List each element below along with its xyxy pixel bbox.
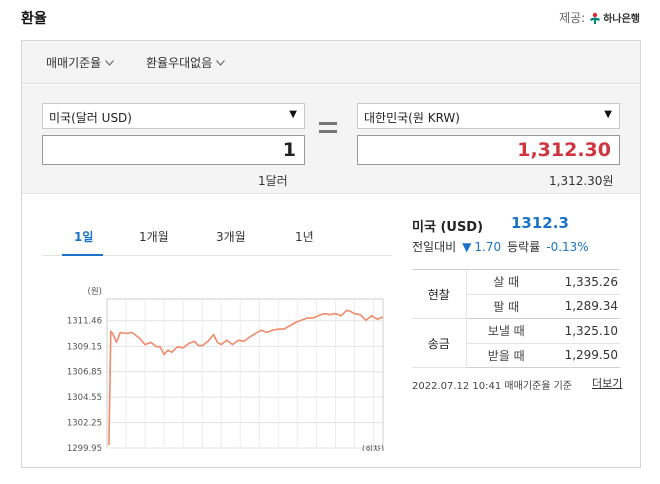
down-triangle-icon: ▼: [462, 239, 472, 254]
send-value: 1,325.10: [546, 318, 620, 344]
rate-table: 현찰 살 때 1,335.26 팔 때 1,289.34 송금 보낼 때 1,3…: [412, 269, 620, 368]
quote-price: 1312.3: [511, 214, 569, 232]
hana-bank-logo: 하나은행: [589, 10, 640, 25]
to-currency-select[interactable]: 대한민국(원 KRW) ▼: [357, 103, 620, 129]
to-amount-input[interactable]: 1,312.30: [357, 135, 620, 165]
hana-logo-icon: [590, 12, 601, 24]
change-label: 전일대비: [412, 240, 457, 254]
active-tab-indicator: [62, 254, 103, 256]
to-currency-label: 대한민국(원 KRW): [364, 111, 460, 125]
filter-bar: 매매기준율 환율우대없음: [22, 41, 640, 84]
tab-1-month[interactable]: 1개월: [139, 228, 169, 245]
from-unit-text: 1달러: [258, 174, 288, 188]
buy-label: 살 때: [466, 269, 546, 295]
remit-group-label: 송금: [412, 318, 467, 368]
preference-label: 환율우대없음: [146, 56, 213, 70]
send-label: 보낼 때: [466, 318, 546, 344]
more-link[interactable]: 더보기: [592, 375, 622, 391]
caret-down-icon: ▼: [604, 109, 612, 120]
provider-name: 하나은행: [603, 14, 640, 25]
cash-group-label: 현찰: [412, 269, 467, 319]
y-tick-label: 1306.85: [67, 368, 102, 378]
to-unit-text: 1,312.30원: [549, 174, 614, 188]
receive-value: 1,299.50: [546, 343, 620, 368]
quote-change-row: 전일대비 ▼ 1.70 등락률 -0.13%: [412, 238, 589, 255]
page-title: 환율: [21, 11, 47, 27]
tab-1-day[interactable]: 1일: [74, 228, 93, 245]
caret-down-icon: ▼: [289, 109, 297, 120]
preference-dropdown[interactable]: 환율우대없음: [146, 54, 226, 71]
table-row: 현찰 살 때 1,335.26: [412, 269, 620, 319]
exchange-rate-widget: 매매기준율 환율우대없음 미국(달러 USD) ▼ 1 1달러 대한민국(원 K…: [21, 40, 641, 468]
rate-type-label: 매매기준율: [46, 56, 102, 70]
sell-value: 1,289.34: [546, 294, 620, 319]
buy-value: 1,335.26: [546, 269, 620, 295]
y-tick-label: 1299.95: [67, 444, 102, 451]
tab-3-months[interactable]: 3개월: [216, 228, 246, 245]
receive-label: 받을 때: [466, 343, 546, 368]
y-tick-label: 1304.55: [67, 393, 102, 403]
y-tick-label: 1302.25: [67, 419, 102, 429]
from-currency-select[interactable]: 미국(달러 USD) ▼: [42, 103, 305, 129]
change-value: 1.70: [474, 239, 502, 254]
equals-icon: [319, 122, 337, 138]
rate-value: -0.13%: [546, 239, 589, 254]
rate-type-dropdown[interactable]: 매매기준율: [46, 54, 115, 71]
chevron-down-icon: [216, 59, 226, 66]
tab-1-year[interactable]: 1년: [295, 228, 314, 245]
currency-converter: 미국(달러 USD) ▼ 1 1달러 대한민국(원 KRW) ▼ 1,312.3…: [22, 85, 640, 194]
y-tick-label: 1311.46: [67, 317, 102, 327]
timestamp-note: 2022.07.12 10:41 매매기준율 기준: [412, 381, 573, 392]
quote-currency-name: 미국 (USD): [412, 220, 484, 235]
table-row: 송금 보낼 때 1,325.10: [412, 318, 620, 368]
provider-credit: 제공: 하나은행: [559, 9, 640, 26]
from-amount-input[interactable]: 1: [42, 135, 305, 165]
plot-area: [106, 298, 384, 449]
sell-label: 팔 때: [466, 294, 546, 319]
x-axis-label: (회차): [362, 445, 384, 451]
y-tick-label: 1309.15: [67, 342, 102, 352]
rate-chart: 1311.46 1309.15 1306.85 1304.55 1302.25 1299.…: [42, 271, 387, 462]
rate-chart-svg: 1311.46 1309.15 1306.85 1304.55 1302.25 1299.…: [67, 287, 384, 462]
y-axis-label: (원): [88, 287, 102, 297]
from-currency-label: 미국(달러 USD): [49, 111, 132, 125]
chevron-down-icon: [105, 59, 115, 66]
rate-label: 등락률: [507, 240, 541, 254]
provider-label: 제공:: [559, 11, 586, 25]
